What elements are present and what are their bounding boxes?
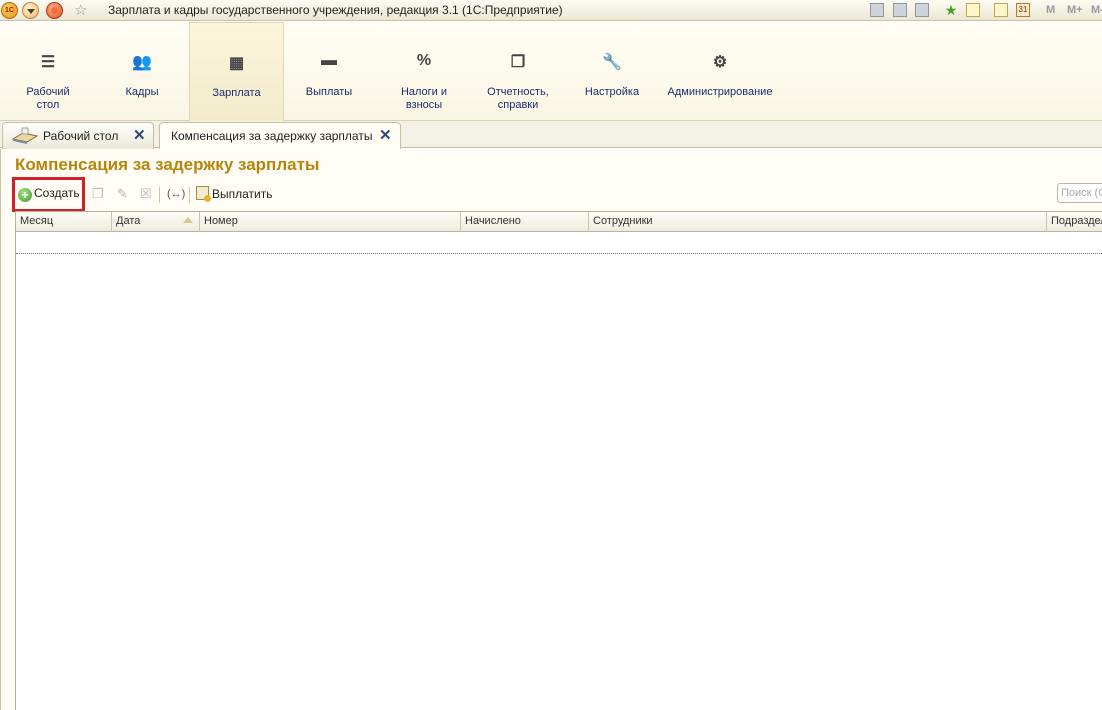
section-label: Зарплата	[212, 87, 261, 99]
section-desktop[interactable]: ☰ Рабочий стол	[10, 22, 86, 121]
create-button-label: Создать	[34, 186, 80, 200]
column-label: Дата	[116, 215, 141, 227]
column-header-month[interactable]: Месяц	[16, 212, 112, 232]
report-icon: ❐	[510, 54, 526, 71]
create-button-highlight: + Создать	[12, 177, 85, 212]
menu-icon: ☰	[40, 54, 56, 71]
pay-button-label: Выплатить	[212, 187, 273, 201]
people-icon: 👥	[132, 54, 152, 71]
column-header-employees[interactable]: Сотрудники	[589, 212, 1047, 232]
page-title: Компенсация за задержку зарплаты	[15, 155, 320, 174]
column-label: Начислено	[465, 215, 521, 227]
add-favorite-icon[interactable]: ★	[944, 3, 958, 17]
sections-panel: ☰ Рабочий стол 👥 Кадры ▦ Зарплата ▬ Выпл…	[0, 22, 1102, 121]
column-header-number[interactable]: Номер	[200, 212, 461, 232]
open-windows-tabs: Рабочий стол ✕ Компенсация за задержку з…	[0, 121, 1102, 149]
desktop-icon	[11, 127, 39, 144]
preview-icon[interactable]	[915, 3, 929, 17]
section-label: Выплаты	[305, 86, 353, 98]
section-label: Налоги и взносы	[400, 86, 448, 111]
column-label: Подразделение	[1051, 215, 1102, 227]
create-button[interactable]: + Создать	[18, 186, 80, 202]
tab-label: Рабочий стол	[43, 129, 119, 143]
section-taxes[interactable]: % Налоги и взносы	[385, 22, 463, 121]
column-label: Сотрудники	[593, 215, 653, 227]
section-payments[interactable]: ▬ Выплаты	[291, 22, 367, 121]
calculator-icon[interactable]	[994, 3, 1008, 17]
section-settings[interactable]: 🔧 Настройка	[572, 22, 652, 121]
section-hr[interactable]: 👥 Кадры	[104, 22, 180, 121]
documents-list-table[interactable]: Месяц Дата Номер Начислено Сотрудники По…	[15, 211, 1102, 710]
calculator-icon: ▦	[228, 55, 245, 72]
section-label: Рабочий стол	[26, 86, 70, 111]
plus-icon: +	[18, 188, 32, 202]
record-button[interactable]	[46, 2, 63, 19]
gear-icon: ⚙	[712, 54, 728, 71]
favorites-star-icon[interactable]: ☆	[74, 1, 87, 19]
tab-desktop[interactable]: Рабочий стол ✕	[2, 122, 154, 149]
close-icon[interactable]: ✕	[133, 126, 146, 144]
calendar-icon[interactable]: 31	[1016, 3, 1030, 17]
form-content: Компенсация за задержку зарплаты + Создат…	[0, 149, 1102, 710]
section-label: Кадры	[125, 86, 159, 98]
memory-minus-button[interactable]: M-	[1091, 4, 1102, 16]
copy-icon[interactable]: ❐	[92, 186, 104, 202]
window-title: Зарплата и кадры государственного учрежд…	[108, 3, 563, 17]
pay-button[interactable]: Выплатить	[196, 186, 273, 202]
column-header-department[interactable]: Подразделение	[1047, 212, 1102, 232]
toolbar-divider	[189, 187, 190, 203]
search-input[interactable]: Поиск (Ctrl+F)	[1057, 183, 1102, 203]
delete-mark-icon[interactable]: ☒	[140, 186, 152, 202]
section-salary[interactable]: ▦ Зарплата	[189, 22, 284, 121]
section-reports[interactable]: ❐ Отчетность, справки	[476, 22, 560, 121]
main-menu-button[interactable]	[22, 2, 39, 19]
column-header-accrued[interactable]: Начислено	[461, 212, 589, 232]
table-header: Месяц Дата Номер Начислено Сотрудники По…	[16, 212, 1102, 232]
column-header-date[interactable]: Дата	[112, 212, 200, 232]
tab-salary-delay-compensation[interactable]: Компенсация за задержку зарплаты ✕	[159, 122, 401, 149]
memory-plus-button[interactable]: M+	[1067, 4, 1083, 16]
section-administration[interactable]: ⚙ Администрирование	[663, 22, 777, 121]
print-icon[interactable]	[893, 3, 907, 17]
wrench-icon: 🔧	[602, 54, 622, 71]
wallet-icon: ▬	[321, 52, 337, 69]
column-label: Номер	[204, 215, 238, 227]
section-label: Администрирование	[667, 86, 773, 98]
column-label: Месяц	[20, 215, 54, 227]
section-label: Настройка	[584, 86, 640, 98]
favorites-list-icon[interactable]	[966, 3, 980, 17]
payment-icon	[196, 186, 211, 202]
save-icon[interactable]	[870, 3, 884, 17]
edit-pencil-icon[interactable]: ✎	[117, 186, 128, 202]
sort-ascending-icon	[183, 217, 193, 223]
memory-m-button[interactable]: M	[1046, 4, 1055, 16]
percent-icon: %	[416, 52, 432, 69]
toolbar-divider	[159, 187, 160, 203]
app-logo-icon[interactable]: 1С	[1, 2, 18, 19]
search-placeholder: Поиск (Ctrl+F)	[1061, 187, 1102, 199]
close-icon[interactable]: ✕	[379, 126, 392, 144]
section-label: Отчетность, справки	[487, 86, 549, 111]
window-title-bar: 1С ☆ Зарплата и кадры государственного у…	[0, 0, 1102, 21]
linked-documents-icon[interactable]: (↔)	[167, 188, 185, 200]
tab-label: Компенсация за задержку зарплаты	[171, 129, 373, 143]
empty-row-focus[interactable]	[16, 253, 1102, 254]
